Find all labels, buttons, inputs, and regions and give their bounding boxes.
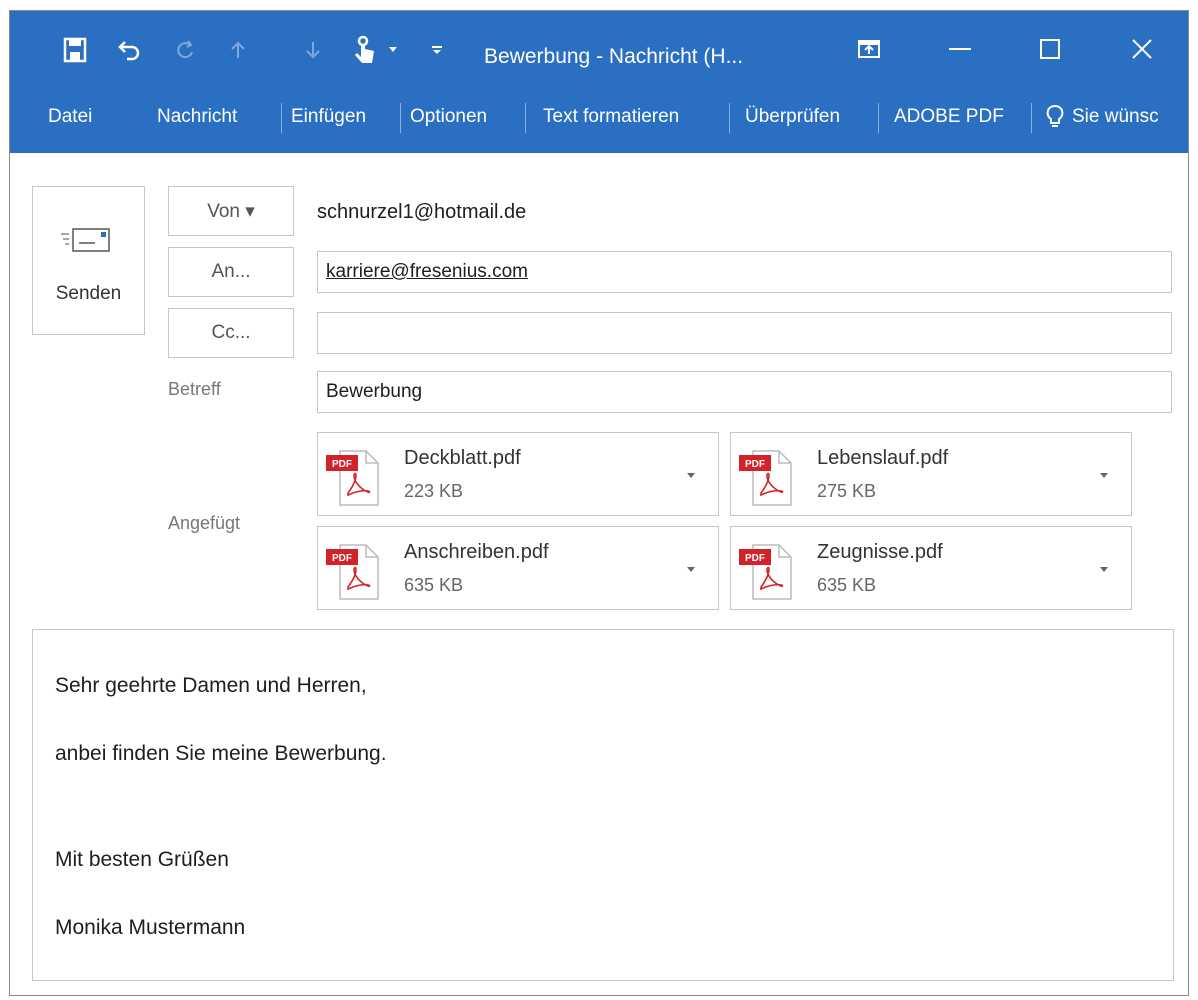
svg-text:PDF: PDF bbox=[745, 459, 765, 470]
customize-icon[interactable] bbox=[422, 33, 452, 67]
attachment-name: Anschreiben.pdf bbox=[404, 541, 549, 563]
attachment-item[interactable]: PDF Lebenslauf.pdf 275 KB bbox=[730, 432, 1132, 516]
cc-field[interactable] bbox=[317, 312, 1172, 354]
cc-button[interactable]: Cc... bbox=[168, 308, 294, 358]
attachment-size: 223 KB bbox=[404, 481, 464, 501]
send-mail-icon bbox=[61, 225, 113, 260]
attachment-size: 635 KB bbox=[817, 575, 877, 595]
send-label: Senden bbox=[55, 283, 122, 304]
tab-separator bbox=[878, 103, 879, 133]
pdf-icon: PDF bbox=[326, 445, 382, 512]
tab-datei[interactable]: Datei bbox=[48, 99, 92, 135]
tab-ueberpruefen[interactable]: Überprüfen bbox=[745, 99, 840, 135]
body-line: Sehr geehrte Damen und Herren, bbox=[55, 674, 367, 697]
attachment-item[interactable]: PDF Deckblatt.pdf 223 KB bbox=[317, 432, 719, 516]
attachment-item[interactable]: PDF Anschreiben.pdf 635 KB bbox=[317, 526, 719, 610]
tab-separator bbox=[400, 103, 401, 133]
save-icon[interactable] bbox=[60, 33, 90, 67]
close-icon[interactable] bbox=[1119, 29, 1165, 69]
tab-tell-me[interactable]: Sie wünsc bbox=[1072, 99, 1159, 135]
tab-nachricht[interactable]: Nachricht bbox=[157, 99, 237, 135]
tab-separator bbox=[729, 103, 730, 133]
ribbon-display-options-icon[interactable] bbox=[846, 29, 892, 69]
dropdown-arrow-icon[interactable] bbox=[378, 33, 408, 67]
pdf-icon: PDF bbox=[739, 445, 795, 512]
outlook-compose-window: Bewerbung - Nachricht (H... Datei Nachri… bbox=[9, 10, 1189, 996]
lightbulb-icon bbox=[1046, 104, 1064, 135]
body-line: Monika Mustermann bbox=[55, 916, 246, 939]
maximize-icon[interactable] bbox=[1027, 29, 1073, 69]
tab-separator bbox=[525, 103, 526, 133]
attachment-name: Zeugnisse.pdf bbox=[817, 541, 943, 563]
undo-icon[interactable] bbox=[115, 33, 145, 67]
message-body[interactable]: Sehr geehrte Damen und Herren, anbei fin… bbox=[32, 629, 1174, 981]
pdf-icon: PDF bbox=[739, 539, 795, 606]
attached-label: Angefügt bbox=[168, 513, 241, 533]
title-bar: Bewerbung - Nachricht (H... Datei Nachri… bbox=[10, 11, 1188, 153]
chevron-down-icon[interactable] bbox=[686, 561, 696, 579]
send-button[interactable]: Senden bbox=[32, 186, 145, 335]
minimize-icon[interactable] bbox=[937, 29, 983, 69]
ribbon-tabs: Datei Nachricht Einfügen Optionen Text f… bbox=[10, 99, 1188, 135]
recipient-address[interactable]: karriere@fresenius.com bbox=[326, 261, 528, 282]
svg-text:PDF: PDF bbox=[332, 459, 352, 470]
attachment-size: 635 KB bbox=[404, 575, 464, 595]
to-field[interactable]: karriere@fresenius.com bbox=[317, 251, 1172, 293]
subject-field[interactable]: Bewerbung bbox=[317, 371, 1172, 413]
body-line: anbei finden Sie meine Bewerbung. bbox=[55, 742, 387, 765]
attachment-name: Lebenslauf.pdf bbox=[817, 447, 949, 469]
svg-text:PDF: PDF bbox=[745, 553, 765, 564]
attachment-size: 275 KB bbox=[817, 481, 877, 501]
from-address: schnurzel1@hotmail.de bbox=[317, 201, 527, 223]
chevron-down-icon[interactable] bbox=[1099, 467, 1109, 485]
tab-separator bbox=[1031, 103, 1032, 133]
to-button[interactable]: An... bbox=[168, 247, 294, 297]
from-button[interactable]: Von ▾ bbox=[168, 186, 294, 236]
tab-einfuegen[interactable]: Einfügen bbox=[291, 99, 366, 135]
tab-text-formatieren[interactable]: Text formatieren bbox=[543, 99, 679, 135]
redo-icon[interactable] bbox=[170, 33, 200, 67]
svg-text:PDF: PDF bbox=[332, 553, 352, 564]
quick-access-toolbar: Bewerbung - Nachricht (H... bbox=[10, 11, 1188, 91]
subject-label: Betreff bbox=[168, 379, 221, 399]
chevron-down-icon[interactable] bbox=[686, 467, 696, 485]
touch-mode-icon[interactable] bbox=[350, 33, 380, 67]
tab-optionen[interactable]: Optionen bbox=[410, 99, 487, 135]
pdf-icon: PDF bbox=[326, 539, 382, 606]
arrow-up-icon[interactable] bbox=[223, 33, 253, 67]
arrow-down-icon[interactable] bbox=[298, 33, 328, 67]
attachment-name: Deckblatt.pdf bbox=[404, 447, 521, 469]
attachment-item[interactable]: PDF Zeugnisse.pdf 635 KB bbox=[730, 526, 1132, 610]
tab-separator bbox=[281, 103, 282, 133]
body-line: Mit besten Grüßen bbox=[55, 848, 229, 871]
window-title: Bewerbung - Nachricht (H... bbox=[484, 45, 744, 68]
tab-adobe-pdf[interactable]: ADOBE PDF bbox=[894, 99, 1004, 135]
chevron-down-icon[interactable] bbox=[1099, 561, 1109, 579]
